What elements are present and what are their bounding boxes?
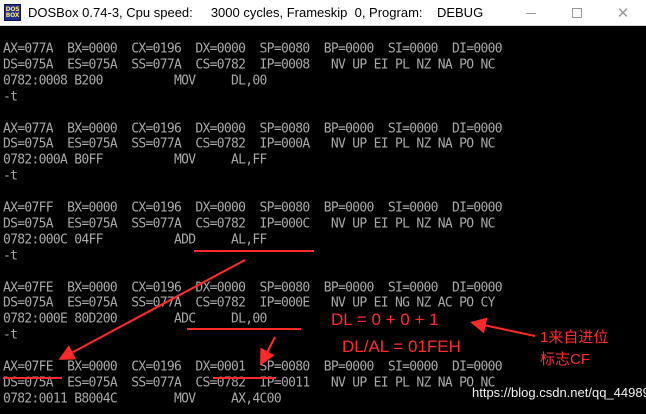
terminal-line: AX=07FE BX=0000 CX=0196 DX=0001 SP=0080 …	[3, 359, 503, 375]
annotation-carry-note-line1: 1来自进位	[540, 329, 609, 346]
terminal-line: -t	[3, 327, 18, 343]
maximize-button[interactable]	[554, 0, 600, 26]
terminal-line: -t	[3, 168, 18, 184]
app-icon-text-bottom: BOX	[5, 11, 20, 19]
close-icon: ✕	[616, 3, 630, 22]
terminal-line: AX=07FF BX=0000 CX=0196 DX=0000 SP=0080 …	[3, 200, 503, 216]
minimize-icon	[526, 12, 536, 14]
annotation-carry-note-line2: 标志CF	[540, 351, 590, 368]
terminal-line: DS=075A ES=075A SS=077A CS=0782 IP=000C …	[3, 215, 495, 232]
terminal-line: 0782:0011 B8004C MOV AX,4C00	[3, 390, 282, 407]
close-button[interactable]: ✕	[600, 0, 646, 26]
terminal-line: DS=075A ES=075A SS=077A CS=0782 IP=0011 …	[3, 374, 495, 391]
annotation-dl-formula: DL = 0 + 0 + 1	[331, 310, 439, 329]
terminal-line: -t	[3, 247, 18, 264]
minimize-button[interactable]	[508, 0, 554, 26]
maximize-icon	[572, 8, 582, 18]
terminal-line: 0782:0008 B200 MOV DL,00	[3, 72, 267, 89]
terminal-line: AX=07FE BX=0000 CX=0196 DX=0000 SP=0080 …	[3, 279, 503, 296]
terminal-line: DS=075A ES=075A SS=077A CS=0782 IP=0008 …	[3, 56, 495, 73]
window-title: DOSBox 0.74-3, Cpu speed: 3000 cycles, F…	[28, 5, 484, 20]
title-bar: DOS BOX DOSBox 0.74-3, Cpu speed: 3000 c…	[0, 0, 646, 26]
terminal-line: -t	[3, 88, 18, 105]
dosbox-app-icon[interactable]: DOS BOX	[4, 4, 21, 21]
terminal-line: DS=075A ES=075A SS=077A CS=0782 IP=000A …	[3, 136, 495, 153]
terminal-line: 0782:000C 04FF ADD AL,FF	[3, 231, 267, 248]
terminal-line: 0782:000A B0FF MOV AL,FF	[3, 152, 267, 169]
annotation-dl-al-result: DL/AL = 01FEH	[342, 337, 461, 356]
terminal-line: AX=077A BX=0000 CX=0196 DX=0000 SP=0080 …	[3, 120, 503, 137]
terminal-line: AX=077A BX=0000 CX=0196 DX=0000 SP=0080 …	[3, 41, 503, 57]
terminal-line: 0782:000E 80D200 ADC DL,00	[3, 311, 267, 328]
watermark-url: https://blog.csdn.net/qq_44989881	[472, 385, 646, 400]
